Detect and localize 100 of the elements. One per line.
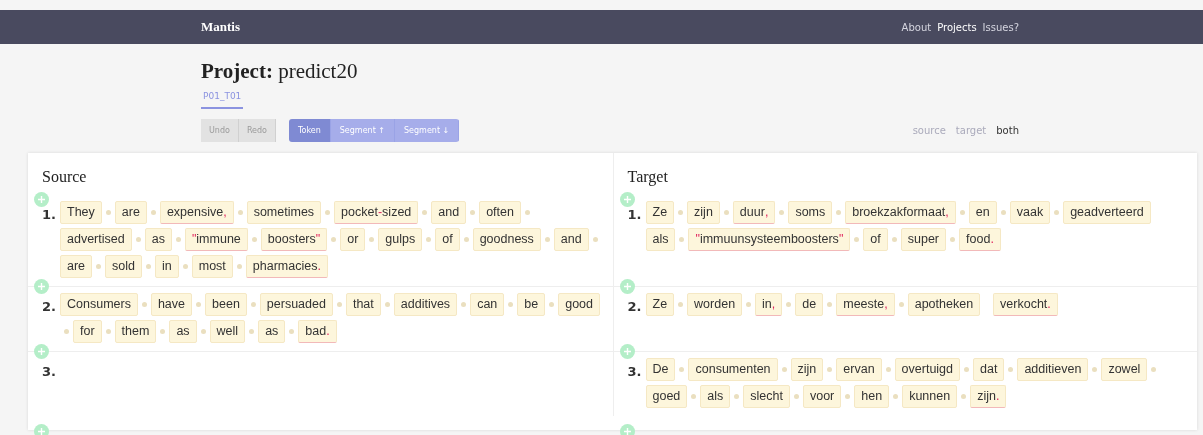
token[interactable]: als [645,228,676,251]
token[interactable]: bad. [298,320,337,343]
token[interactable]: have [150,293,193,316]
token[interactable]: apotheken [907,293,981,316]
token[interactable]: been [205,293,247,316]
token[interactable]: sold [105,255,142,278]
token[interactable]: zowel [1101,358,1148,381]
token[interactable]: most [191,255,233,278]
add-segment-button[interactable] [619,424,635,435]
token[interactable]: that [345,293,381,316]
plus-icon [623,283,631,290]
token[interactable]: verkocht. [993,293,1058,316]
token[interactable]: goodness [472,228,541,251]
token[interactable]: are [114,201,147,224]
token[interactable]: de [795,293,824,316]
token[interactable]: zijn [687,201,720,224]
plus-icon [623,348,631,355]
add-segment-button[interactable] [34,192,49,207]
token[interactable]: consumenten [688,358,778,381]
token[interactable]: of [435,228,460,251]
token[interactable]: them [114,320,157,343]
token[interactable]: are [60,255,93,278]
segment-number: 3. [627,363,643,381]
token[interactable]: zijn [790,358,824,381]
token[interactable]: persuaded [259,293,333,316]
token[interactable]: soms [788,201,833,224]
nav-link[interactable]: Projects [937,19,977,35]
token[interactable]: pocket-sized [334,201,419,224]
nav-link[interactable]: About [901,19,932,35]
segment-number: 2. [42,298,57,316]
token[interactable]: can [470,293,505,316]
project-title: Project: predict20 [201,58,358,85]
token[interactable]: vaak [1009,201,1051,224]
token[interactable]: goed [645,385,688,408]
token[interactable]: often [479,201,521,224]
token[interactable]: gulps [378,228,423,251]
token[interactable]: "immune [184,228,248,251]
token[interactable]: worden [687,293,743,316]
token[interactable]: super [900,228,947,251]
token[interactable]: hen [854,385,890,408]
token[interactable]: advertised [60,228,132,251]
token[interactable]: in [155,255,179,278]
token[interactable]: De [645,358,676,381]
token[interactable]: expensive, [159,201,234,224]
token[interactable]: Ze [645,293,675,316]
add-segment-button[interactable] [34,344,49,359]
token[interactable]: en [968,201,997,224]
token[interactable]: pharmacies. [245,255,328,278]
token[interactable]: broekzakformaat, [845,201,956,224]
token[interactable]: zijn. [970,385,1007,408]
plus-icon [623,428,631,435]
token[interactable]: good [558,293,600,316]
token[interactable]: slecht [743,385,790,408]
token[interactable]: boosters" [260,228,328,251]
token[interactable]: sometimes [246,201,322,224]
panel-title: Source [42,167,87,187]
token[interactable]: "immuunsysteemboosters" [688,228,851,251]
segment-number: 1. [42,206,57,224]
token[interactable]: or [340,228,366,251]
add-segment-button[interactable] [619,344,635,359]
plus-icon [623,196,631,203]
token[interactable]: as [169,320,197,343]
token[interactable]: for [73,320,102,343]
token[interactable]: as [258,320,286,343]
token[interactable]: Ze [645,201,675,224]
token[interactable]: voor [802,385,842,408]
token[interactable]: well [209,320,246,343]
token[interactable]: food. [959,228,1001,251]
brand[interactable]: Mantis [201,17,240,37]
plus-icon [38,196,45,203]
add-segment-button[interactable] [619,192,635,207]
token[interactable]: and [553,228,589,251]
token[interactable]: in, [755,293,783,316]
segment-number: 1. [627,206,643,224]
token[interactable]: be [517,293,546,316]
token[interactable]: als [700,385,731,408]
token[interactable]: as [144,228,172,251]
token[interactable]: They [60,201,102,224]
segment-number: 3. [42,363,57,381]
token[interactable]: dat [973,358,1005,381]
token[interactable]: and [431,201,467,224]
add-segment-button[interactable] [34,279,49,294]
token[interactable]: ervan [836,358,882,381]
token[interactable]: additieven [1017,358,1089,381]
nav-link[interactable]: Issues? [982,19,1019,35]
plus-icon [38,283,45,290]
token[interactable]: kunnen [902,385,958,408]
plus-icon [38,348,45,355]
token[interactable]: meeste, [836,293,895,316]
panel-title: Target [627,167,668,188]
view-toggle[interactable]: both [996,123,1019,138]
add-segment-button[interactable] [34,424,49,435]
token[interactable]: Consumers [60,293,138,316]
segment-number: 2. [627,298,643,316]
token[interactable]: overtuigd [894,358,961,381]
token[interactable]: geadverteerd [1063,201,1151,224]
add-segment-button[interactable] [619,279,635,294]
token[interactable]: duur, [732,201,776,224]
token[interactable]: of [863,228,888,251]
token[interactable]: additives [393,293,458,316]
